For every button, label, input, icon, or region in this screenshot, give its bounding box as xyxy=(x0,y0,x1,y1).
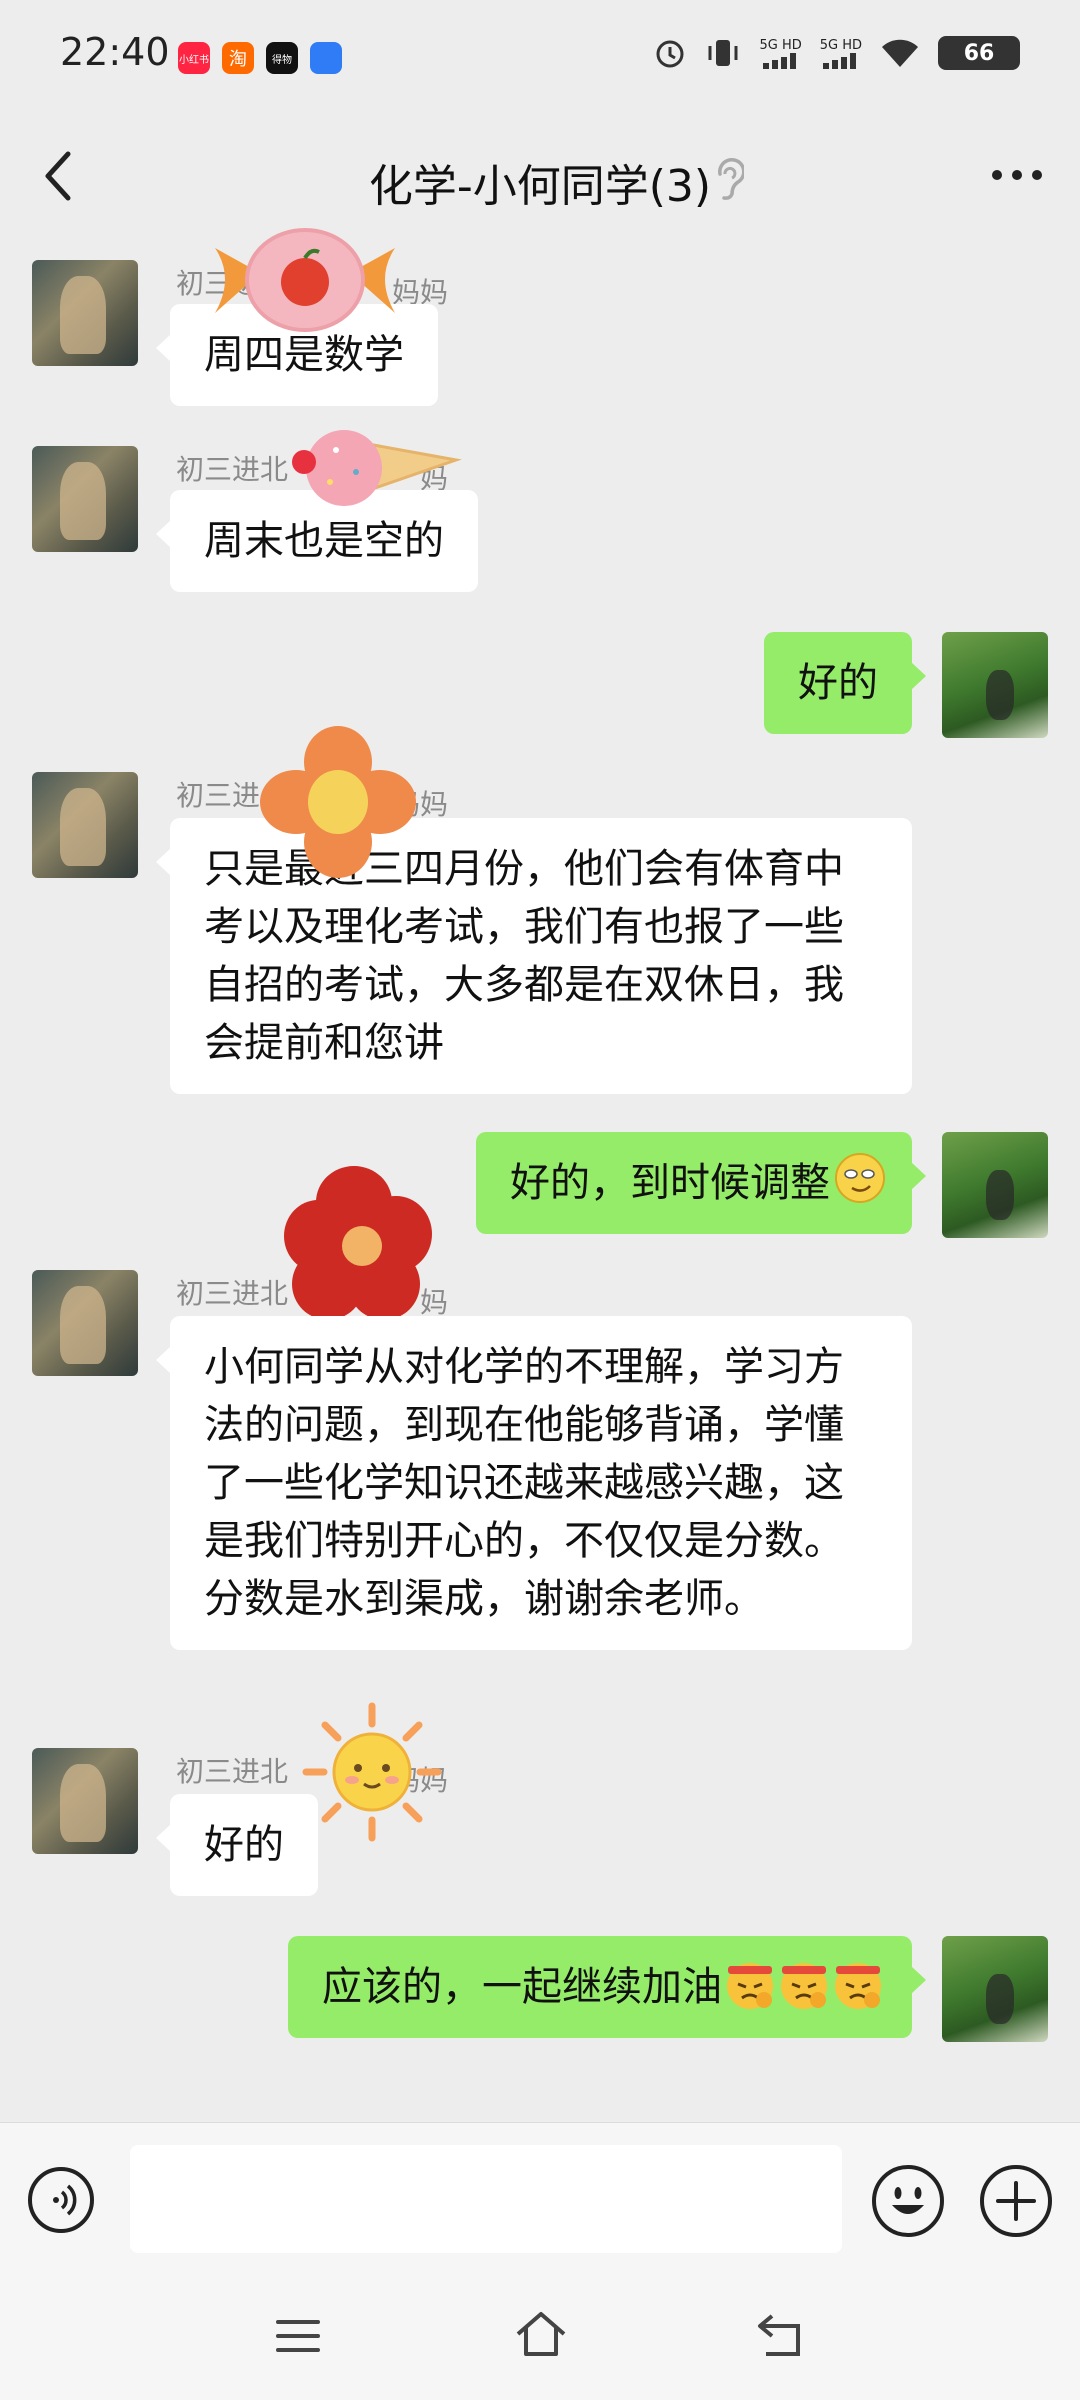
back-nav-icon[interactable] xyxy=(752,2310,806,2360)
my-avatar[interactable] xyxy=(942,1936,1048,2042)
message-bubble-outgoing[interactable]: 好的 xyxy=(764,632,926,734)
more-functions-button[interactable] xyxy=(980,2165,1052,2237)
message-input[interactable] xyxy=(130,2145,842,2253)
emoji-button[interactable] xyxy=(872,2165,944,2237)
emoji-fighting-icon xyxy=(781,1963,827,2009)
flower-sticker xyxy=(260,726,416,878)
contact-avatar[interactable] xyxy=(32,772,138,878)
sender-name: 初三进北妈 xyxy=(176,1277,449,1319)
chat-header: 化学-小何同学(3) xyxy=(0,110,1080,240)
notification-icons: 小红书 淘 得物 xyxy=(178,42,342,74)
message-bubble-outgoing[interactable]: 应该的，一起继续加油 xyxy=(288,1936,926,2038)
xiaohongshu-icon: 小红书 xyxy=(178,42,210,74)
cloud-app-icon xyxy=(310,42,342,74)
wifi-icon xyxy=(882,39,918,67)
earpiece-mode-icon xyxy=(718,158,744,200)
message-bubble-outgoing[interactable]: 好的，到时候调整 xyxy=(476,1132,926,1234)
chat-input-bar xyxy=(0,2122,1080,2277)
contact-avatar[interactable] xyxy=(32,260,138,366)
emoji-group xyxy=(724,1958,884,2012)
smiley-face-icon xyxy=(892,2187,924,2214)
message-text: 好的，到时候调整 xyxy=(510,1160,830,1206)
message-bubble-incoming[interactable]: 好的 xyxy=(156,1794,318,1896)
alarm-icon xyxy=(656,40,684,68)
emoji-smirk-icon xyxy=(835,1153,885,1203)
voice-icon xyxy=(53,2184,77,2216)
plus-icon xyxy=(996,2181,1036,2221)
sun-sticker xyxy=(302,1702,442,1842)
more-options-button[interactable] xyxy=(992,170,1042,180)
contact-avatar[interactable] xyxy=(32,1270,138,1376)
signal-2: 5G HD xyxy=(820,38,862,69)
emoji-fighting-icon xyxy=(835,1963,881,2009)
my-avatar[interactable] xyxy=(942,632,1048,738)
battery-indicator: 66 xyxy=(938,36,1020,70)
signal-1: 5G HD xyxy=(759,38,802,69)
ice-cream-sticker xyxy=(292,430,462,506)
system-navigation-bar xyxy=(0,2276,1080,2400)
contact-avatar[interactable] xyxy=(32,1748,138,1854)
system-icons: 5G HD 5G HD 66 xyxy=(653,36,1020,70)
status-time: 22:40 xyxy=(60,30,170,74)
taobao-icon: 淘 xyxy=(222,42,254,74)
candy-sticker xyxy=(215,228,395,332)
emoji-fighting-icon xyxy=(727,1963,773,2009)
contact-avatar[interactable] xyxy=(32,446,138,552)
menu-icon[interactable] xyxy=(274,2316,322,2356)
chat-title: 化学-小何同学(3) xyxy=(368,161,712,212)
message-text: 应该的，一起继续加油 xyxy=(322,1964,722,2010)
status-bar: 22:40 小红书 淘 得物 5G HD 5G HD 66 xyxy=(0,0,1080,110)
home-icon[interactable] xyxy=(512,2308,570,2360)
message-bubble-incoming[interactable]: 小何同学从对化学的不理解，学习方法的问题，到现在他能够背诵，学懂了一些化学知识还… xyxy=(156,1316,912,1650)
signal-bars-icon xyxy=(822,52,856,69)
dewu-icon: 得物 xyxy=(266,42,298,74)
my-avatar[interactable] xyxy=(942,1132,1048,1238)
voice-input-button[interactable] xyxy=(28,2167,94,2233)
vibrate-icon xyxy=(708,40,738,66)
signal-bars-icon xyxy=(762,52,796,69)
